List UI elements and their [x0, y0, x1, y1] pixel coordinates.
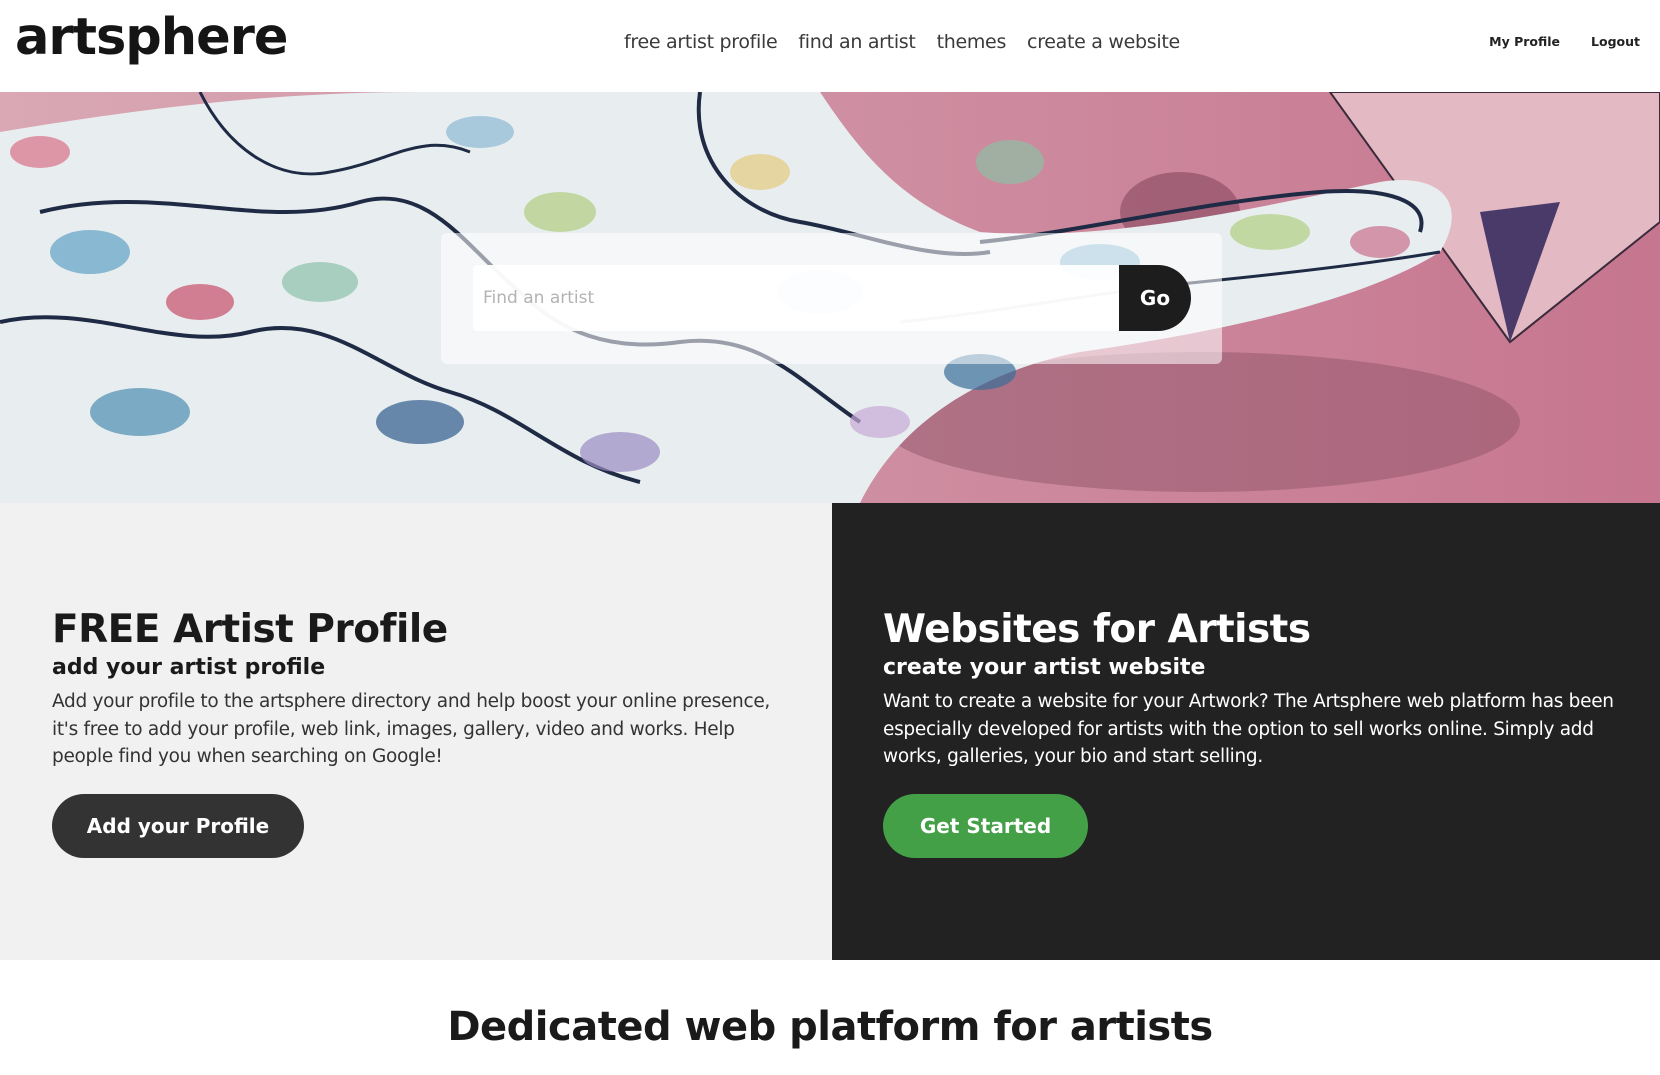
- site-logo[interactable]: artsphere: [15, 6, 288, 70]
- logout-link[interactable]: Logout: [1591, 33, 1640, 51]
- free-profile-description: Add your profile to the artsphere direct…: [52, 691, 770, 767]
- nav-themes[interactable]: themes: [937, 28, 1007, 56]
- websites-title: Websites for Artists: [883, 607, 1311, 652]
- search-go-button[interactable]: Go: [1119, 265, 1191, 331]
- nav-free-artist-profile[interactable]: free artist profile: [624, 28, 778, 56]
- search-panel: Go: [441, 233, 1222, 364]
- free-profile-panel: FREE Artist Profile add your artist prof…: [0, 503, 832, 960]
- nav-find-an-artist[interactable]: find an artist: [798, 28, 915, 56]
- free-profile-subtitle: add your artist profile: [52, 655, 326, 680]
- artist-search-input[interactable]: [473, 265, 1121, 331]
- websites-subtitle: create your artist website: [883, 655, 1206, 680]
- free-profile-title: FREE Artist Profile: [52, 607, 448, 652]
- hero-banner: Go: [0, 92, 1660, 503]
- websites-description: Want to create a website for your Artwor…: [883, 691, 1614, 767]
- main-nav: free artist profile find an artist theme…: [624, 28, 1180, 56]
- my-profile-link[interactable]: My Profile: [1489, 33, 1560, 51]
- get-started-button[interactable]: Get Started: [883, 794, 1088, 858]
- nav-create-a-website[interactable]: create a website: [1027, 28, 1180, 56]
- site-header: artsphere free artist profile find an ar…: [0, 0, 1660, 92]
- websites-panel: Websites for Artists create your artist …: [832, 503, 1660, 960]
- user-nav: My Profile Logout: [1489, 33, 1640, 51]
- add-profile-button[interactable]: Add your Profile: [52, 794, 304, 858]
- platform-heading: Dedicated web platform for artists: [447, 1004, 1213, 1050]
